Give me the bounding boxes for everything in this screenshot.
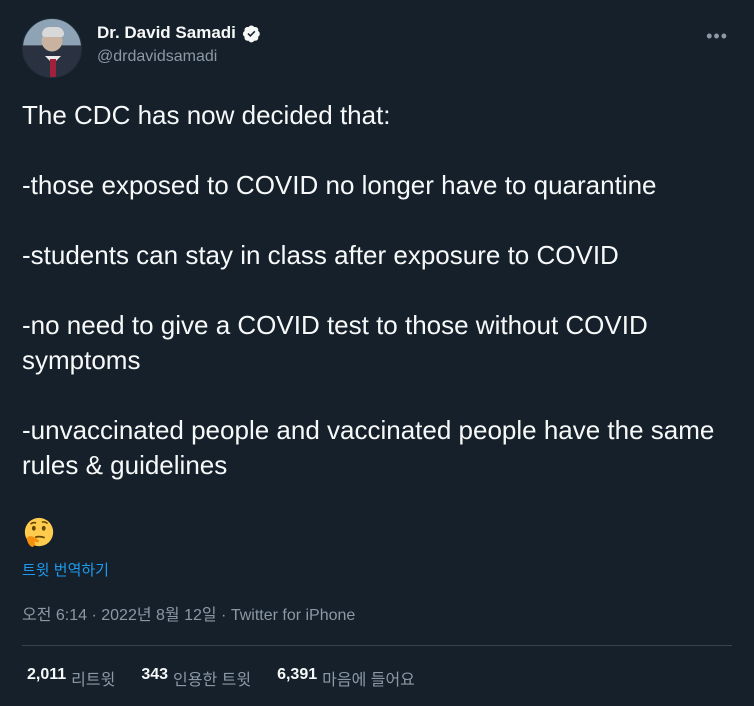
tweet-line: -no need to give a COVID test to those w… — [22, 310, 648, 375]
more-options-icon[interactable]: ••• — [706, 26, 728, 47]
avatar-tie — [50, 59, 56, 77]
tweet-timestamp[interactable]: 오전 6:14 · 2022년 8월 12일 — [22, 607, 217, 624]
divider — [22, 645, 732, 646]
likes-label: 마음에 들어요 — [322, 672, 415, 689]
avatar[interactable] — [22, 18, 82, 78]
tweet-line: -those exposed to COVID no longer have t… — [22, 170, 657, 200]
name-row: Dr. David Samadi — [97, 23, 261, 43]
tweet-source[interactable]: Twitter for iPhone — [231, 607, 356, 624]
meta-separator: · — [216, 607, 231, 624]
tweet-text: The CDC has now decided that: -those exp… — [22, 98, 732, 483]
author-info: Dr. David Samadi @drdavidsamadi — [97, 23, 261, 66]
quotes-stat[interactable]: 343 인용한 트윗 — [141, 666, 251, 690]
verified-badge-icon — [242, 24, 261, 43]
tweet-card: Dr. David Samadi @drdavidsamadi ••• The … — [0, 0, 754, 706]
likes-count: 6,391 — [277, 666, 318, 683]
tweet-stats: 2,011 리트윗 343 인용한 트윗 6,391 마음에 들어요 — [27, 666, 415, 690]
retweets-stat[interactable]: 2,011 리트윗 — [27, 666, 115, 690]
likes-stat[interactable]: 6,391 마음에 들어요 — [277, 666, 415, 690]
quotes-count: 343 — [141, 666, 169, 683]
thinking-face-icon — [22, 516, 56, 550]
retweets-label: 리트윗 — [71, 672, 116, 689]
tweet-line: -unvaccinated people and vaccinated peop… — [22, 415, 715, 480]
avatar-hair — [42, 27, 64, 37]
tweet-meta: 오전 6:14 · 2022년 8월 12일 · Twitter for iPh… — [22, 601, 355, 625]
tweet-header: Dr. David Samadi @drdavidsamadi ••• — [22, 18, 732, 80]
author-handle[interactable]: @drdavidsamadi — [97, 48, 261, 66]
translate-tweet-link[interactable]: 트윗 번역하기 — [22, 559, 109, 580]
tweet-line: -students can stay in class after exposu… — [22, 240, 619, 270]
author-display-name[interactable]: Dr. David Samadi — [97, 23, 236, 43]
retweets-count: 2,011 — [27, 666, 67, 683]
tweet-line: The CDC has now decided that: — [22, 100, 391, 130]
quotes-label: 인용한 트윗 — [173, 672, 252, 689]
